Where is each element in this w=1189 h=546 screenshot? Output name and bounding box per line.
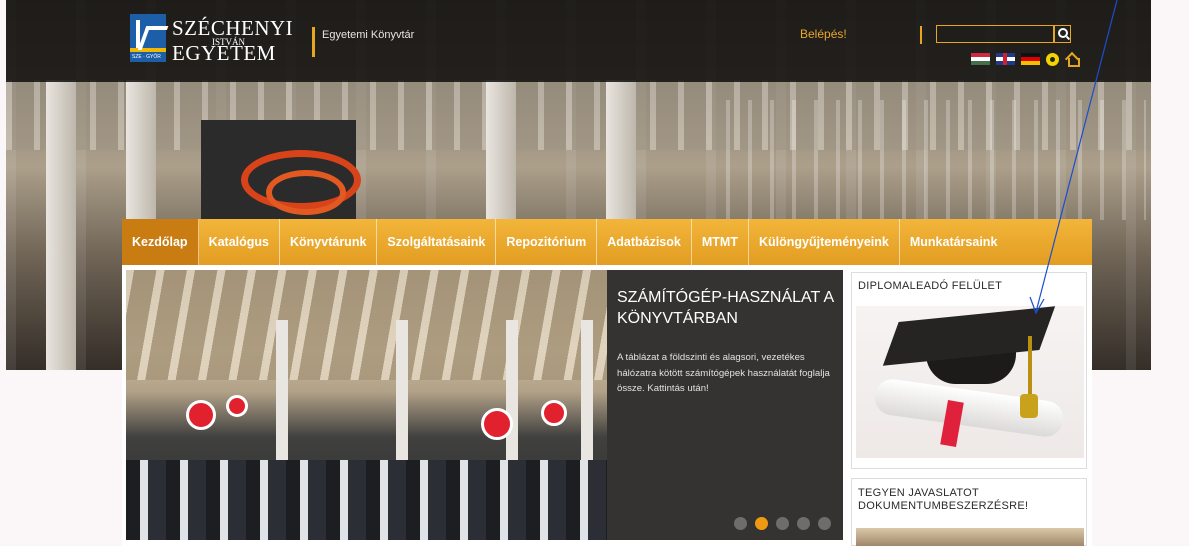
slider-dot[interactable] [776, 517, 789, 530]
slider-dot[interactable] [797, 517, 810, 530]
nav-item-kulongyujtemenyeink[interactable]: Különgyűjteményeink [749, 219, 900, 265]
english-flag-icon[interactable] [996, 53, 1015, 65]
acquisition-suggestion-title[interactable]: TEGYEN JAVASLATOT DOKUMENTUMBESZERZÉSRE! [858, 487, 1078, 513]
hero-pillar [46, 80, 76, 370]
nav-item-adatbazisok[interactable]: Adatbázisok [597, 219, 692, 265]
nav-item-kezdolap[interactable]: Kezdőlap [122, 219, 199, 265]
university-logo[interactable]: SZE · GYŐR SZÉCHENYI ISTVÁN EGYETEM [130, 14, 293, 65]
department-label: Egyetemi Könyvtár [322, 29, 415, 41]
hero-glass-wall [726, 100, 1146, 220]
nav-item-katalogus[interactable]: Katalógus [199, 219, 280, 265]
nav-item-repozitorium[interactable]: Repozitórium [496, 219, 598, 265]
login-link[interactable]: Belépés! [800, 27, 847, 41]
slider-dot-active[interactable] [755, 517, 768, 530]
slider-dot[interactable] [734, 517, 747, 530]
logo-mark-icon: SZE · GYŐR [130, 14, 166, 62]
slide-title[interactable]: SZÁMÍTÓGÉP-HASZNÁLAT A KÖNYVTÁRBAN [617, 287, 842, 329]
home-icon[interactable] [1065, 52, 1080, 67]
hero-sculpture [266, 170, 346, 215]
nav-item-szolgaltatasaink[interactable]: Szolgáltatásaink [377, 219, 497, 265]
main-navigation: Kezdőlap Katalógus Könyvtárunk Szolgálta… [122, 219, 1092, 265]
slider-dot[interactable] [818, 517, 831, 530]
language-selector [971, 52, 1080, 67]
header-divider [920, 26, 922, 44]
accessibility-icon[interactable] [1046, 52, 1059, 66]
slider-image[interactable] [126, 270, 607, 540]
logo-mark-text: SZE · GYŐR [132, 54, 161, 60]
header-divider [312, 27, 315, 57]
nav-item-mtmt[interactable]: MTMT [692, 219, 749, 265]
slide-text: A táblázat a földszinti és alagsori, vez… [617, 352, 830, 394]
suggestion-image[interactable] [856, 528, 1084, 546]
thesis-upload-title[interactable]: DIPLOMALEADÓ FELÜLET [858, 280, 1002, 293]
search-input[interactable] [936, 25, 1054, 43]
search-button[interactable] [1054, 25, 1071, 43]
slider-pagination [734, 517, 831, 530]
hungarian-flag-icon[interactable] [971, 53, 990, 65]
german-flag-icon[interactable] [1021, 53, 1040, 65]
nav-item-konyvtarunk[interactable]: Könyvtárunk [280, 219, 378, 265]
logo-line-2: EGYETEM [172, 41, 276, 65]
nav-item-munkatarsaink[interactable]: Munkatársaink [900, 219, 1008, 265]
graduation-cap-image[interactable] [856, 306, 1084, 458]
